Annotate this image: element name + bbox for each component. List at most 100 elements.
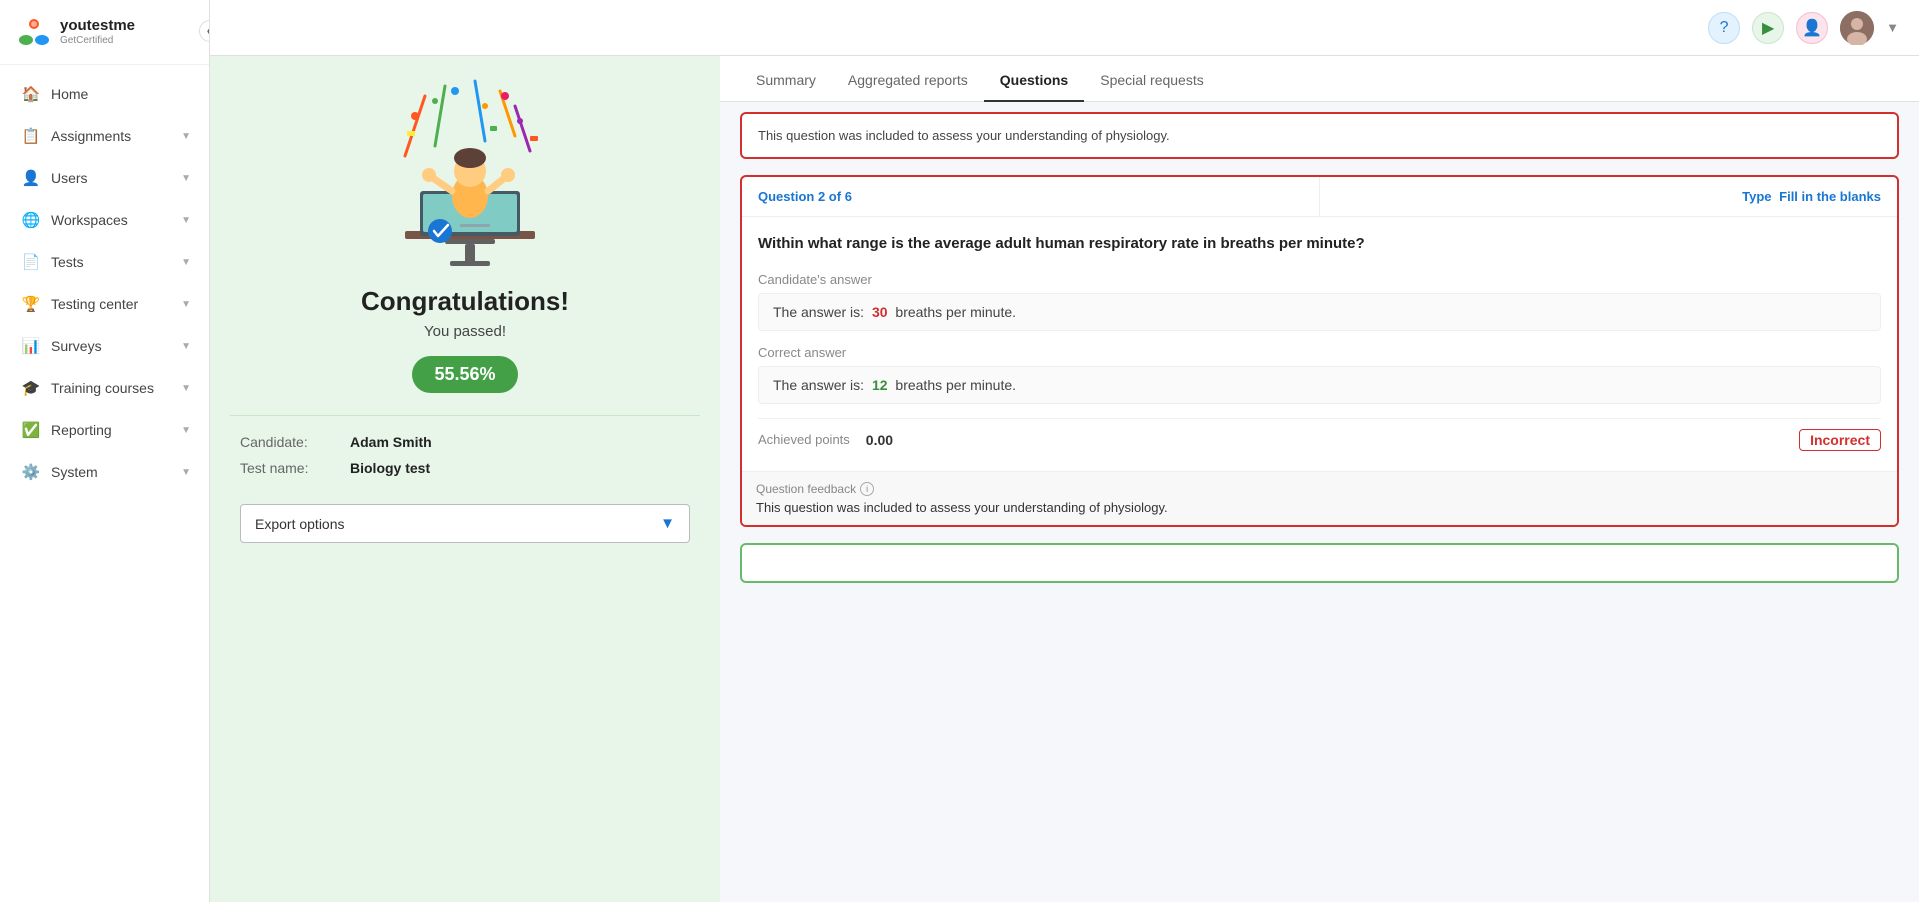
sidebar-item-system[interactable]: ⚙️ System ▼ — [0, 451, 209, 493]
sidebar-item-label: Assignments — [51, 128, 131, 144]
sidebar-item-label: Tests — [51, 254, 84, 270]
logo-sub-text: GetCertified — [60, 35, 135, 46]
testing-center-icon: 🏆 — [21, 294, 41, 314]
logo-icon — [16, 14, 52, 50]
candidates-answer-value: 30 — [872, 304, 888, 320]
sidebar-item-home[interactable]: 🏠 Home — [0, 73, 209, 115]
training-courses-icon: 🎓 — [21, 378, 41, 398]
type-label: Type — [1742, 189, 1771, 204]
chevron-down-icon: ▼ — [181, 467, 191, 478]
sidebar-item-training-courses[interactable]: 🎓 Training courses ▼ — [0, 367, 209, 409]
correct-answer-box: The answer is: 12 breaths per minute. — [758, 366, 1881, 404]
tests-icon: 📄 — [21, 252, 41, 272]
question-num-value: 2 of 6 — [818, 189, 852, 204]
feedback-text: This question was included to assess you… — [756, 500, 1883, 515]
correct-answer-prefix: The answer is: — [773, 377, 864, 393]
feedback-section: Question feedback i This question was in… — [742, 471, 1897, 525]
test-name-value: Biology test — [350, 460, 430, 476]
candidates-answer-prefix: The answer is: — [773, 304, 864, 320]
test-name-label: Test name: — [240, 460, 350, 476]
chevron-down-icon: ▼ — [181, 383, 191, 394]
questions-content[interactable]: This question was included to assess you… — [720, 102, 1919, 902]
question-number: Question 2 of 6 — [742, 177, 1320, 216]
correct-answer-value: 12 — [872, 377, 888, 393]
question-text: Within what range is the average adult h… — [758, 233, 1881, 256]
export-options-button[interactable]: Export options ▼ — [240, 504, 690, 543]
question-num-label: Question — [758, 189, 814, 204]
test-name-row: Test name: Biology test — [240, 460, 690, 476]
sidebar-item-label: Home — [51, 86, 88, 102]
candidates-answer-suffix: breaths per minute. — [895, 304, 1016, 320]
tab-aggregated-reports[interactable]: Aggregated reports — [832, 56, 984, 102]
export-options-label: Export options — [255, 516, 345, 532]
correct-answer-section: Correct answer The answer is: 12 breaths… — [758, 345, 1881, 404]
sidebar-item-tests[interactable]: 📄 Tests ▼ — [0, 241, 209, 283]
candidates-answer-label: Candidate's answer — [758, 272, 1881, 287]
question-2-card: Question 2 of 6 Type Fill in the blanks … — [740, 175, 1899, 527]
chevron-down-icon: ▼ — [181, 425, 191, 436]
assignments-icon: 📋 — [21, 126, 41, 146]
sidebar: youtestme GetCertified ❮ 🏠 Home 📋 Assign… — [0, 0, 210, 902]
home-icon: 🏠 — [21, 84, 41, 104]
previous-question-card: This question was included to assess you… — [740, 112, 1899, 159]
sidebar-item-users[interactable]: 👤 Users ▼ — [0, 157, 209, 199]
content-area: Congratulations! You passed! 55.56% Cand… — [210, 56, 1919, 902]
info-icon: i — [860, 482, 874, 496]
surveys-icon: 📊 — [21, 336, 41, 356]
sidebar-item-label: Reporting — [51, 422, 112, 438]
candidates-answer-section: Candidate's answer The answer is: 30 bre… — [758, 272, 1881, 331]
system-icon: ⚙️ — [21, 462, 41, 482]
sidebar-item-label: Users — [51, 170, 88, 186]
left-panel: Congratulations! You passed! 55.56% Cand… — [210, 56, 720, 902]
logo-text: youtestme GetCertified — [60, 18, 135, 46]
sidebar-item-workspaces[interactable]: 🌐 Workspaces ▼ — [0, 199, 209, 241]
feedback-label-row: Question feedback i — [756, 482, 1883, 496]
candidates-answer-box: The answer is: 30 breaths per minute. — [758, 293, 1881, 331]
question-3-card-partial — [740, 543, 1899, 583]
help-button[interactable]: ? — [1708, 12, 1740, 44]
chevron-down-icon: ▼ — [181, 215, 191, 226]
chevron-down-icon: ▼ — [181, 173, 191, 184]
export-chevron-icon: ▼ — [660, 515, 675, 532]
tab-questions[interactable]: Questions — [984, 56, 1084, 102]
chevron-down-icon: ▼ — [181, 131, 191, 142]
sidebar-item-label: Testing center — [51, 296, 138, 312]
question-header: Question 2 of 6 Type Fill in the blanks — [742, 177, 1897, 217]
correct-answer-suffix: breaths per minute. — [895, 377, 1016, 393]
main-area: ? ▶ 👤 ▼ — [210, 0, 1919, 902]
right-panel: Summary Aggregated reports Questions Spe… — [720, 56, 1919, 902]
correct-answer-label: Correct answer — [758, 345, 1881, 360]
candidate-label: Candidate: — [240, 434, 350, 450]
candidate-row: Candidate: Adam Smith — [240, 434, 690, 450]
sidebar-item-label: Surveys — [51, 338, 102, 354]
avatar-image — [1840, 11, 1874, 45]
sidebar-item-label: Training courses — [51, 380, 154, 396]
candidate-value: Adam Smith — [350, 434, 432, 450]
person-button[interactable]: 👤 — [1796, 12, 1828, 44]
play-button[interactable]: ▶ — [1752, 12, 1784, 44]
score-badge: 55.56% — [412, 356, 517, 393]
topbar: ? ▶ 👤 ▼ — [210, 0, 1919, 56]
logo-main-text: youtestme — [60, 18, 135, 35]
sidebar-nav: 🏠 Home 📋 Assignments ▼ 👤 Users ▼ 🌐 Works… — [0, 65, 209, 902]
reporting-icon: ✅ — [21, 420, 41, 440]
tab-summary[interactable]: Summary — [740, 56, 832, 102]
logo: youtestme GetCertified — [0, 0, 209, 65]
divider — [230, 415, 700, 416]
sidebar-item-assignments[interactable]: 📋 Assignments ▼ — [0, 115, 209, 157]
candidate-info: Candidate: Adam Smith Test name: Biology… — [230, 434, 700, 486]
sidebar-item-surveys[interactable]: 📊 Surveys ▼ — [0, 325, 209, 367]
tab-special-requests[interactable]: Special requests — [1084, 56, 1220, 102]
users-icon: 👤 — [21, 168, 41, 188]
celebration-svg — [345, 76, 585, 276]
workspaces-icon: 🌐 — [21, 210, 41, 230]
user-menu-chevron[interactable]: ▼ — [1886, 20, 1899, 35]
sidebar-item-label: System — [51, 464, 98, 480]
sidebar-item-reporting[interactable]: ✅ Reporting ▼ — [0, 409, 209, 451]
sidebar-item-testing-center[interactable]: 🏆 Testing center ▼ — [0, 283, 209, 325]
avatar[interactable] — [1840, 11, 1874, 45]
points-label: Achieved points — [758, 432, 850, 447]
question-type: Type Fill in the blanks — [1320, 177, 1897, 216]
congratulations-title: Congratulations! — [361, 286, 569, 317]
type-value: Fill in the blanks — [1779, 189, 1881, 204]
